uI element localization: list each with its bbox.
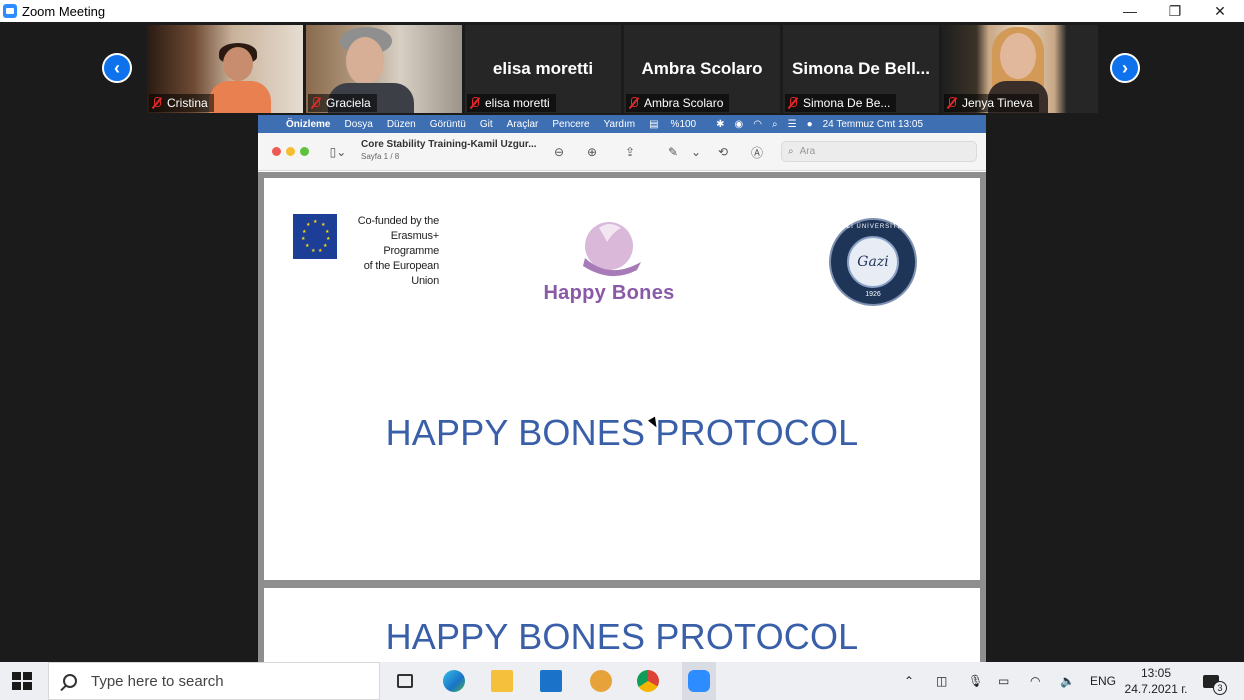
minimize-window-dot[interactable] <box>286 147 295 156</box>
mic-muted-icon <box>947 97 956 109</box>
share-icon[interactable]: ⇪ <box>622 145 638 159</box>
participant-name-label: Simona De Be... <box>785 94 897 112</box>
eu-flag-icon: ★ ★ ★ ★ ★ ★ ★ ★ ★ ★ ★ <box>293 214 337 259</box>
markup-pen-icon[interactable]: ✎ <box>665 145 681 159</box>
happy-bones-logo: Happy Bones <box>529 218 689 313</box>
document-view[interactable]: ★ ★ ★ ★ ★ ★ ★ ★ ★ ★ ★ Co-funded by the E… <box>258 172 986 662</box>
windows-start-icon[interactable] <box>12 672 32 690</box>
windows-taskbar: Type here to search ⌃ ◫ 🎙 ▭ ◠ 🔈 ENG 13:0… <box>0 662 1244 700</box>
participant-display-name: Ambra Scolaro <box>641 59 763 78</box>
show-hidden-icons[interactable]: ⌃ <box>904 662 914 700</box>
gallery-next-button[interactable]: › <box>1110 53 1140 83</box>
edge-icon[interactable] <box>439 667 469 695</box>
document-heading: HAPPY BONES PROTOCOL <box>385 412 859 453</box>
search-icon <box>63 674 77 688</box>
taskbar-search-input[interactable]: Type here to search <box>48 662 380 700</box>
document-page-2: HAPPY BONES PROTOCOL <box>264 588 980 662</box>
shared-screen: Önizleme Dosya Düzen Görüntü Git Araçlar… <box>258 115 986 662</box>
mic-muted-icon <box>470 97 479 109</box>
file-explorer-icon[interactable] <box>487 667 517 695</box>
menu-item-duzen[interactable]: Düzen <box>387 119 416 130</box>
menu-item-pencere[interactable]: Pencere <box>552 119 589 130</box>
participant-name-label: elisa moretti <box>467 94 556 112</box>
microphone-icon[interactable]: 🎙 <box>968 662 983 700</box>
battery-icon[interactable]: ▭ <box>998 662 1009 700</box>
spotlight-icon[interactable]: ⌕ <box>772 119 778 130</box>
window-titlebar: Zoom Meeting — ❐ ✕ <box>0 0 1244 22</box>
mic-muted-icon <box>152 97 161 109</box>
bluetooth-icon[interactable]: ✱ <box>716 119 724 130</box>
participant-tile[interactable]: Ambra Scolaro Ambra Scolaro <box>624 25 780 113</box>
restore-button[interactable]: ❐ <box>1152 0 1198 22</box>
chrome-icon[interactable] <box>633 667 663 695</box>
mac-menu-bar: Önizleme Dosya Düzen Görüntü Git Araçlar… <box>258 115 986 133</box>
participant-display-name: elisa moretti <box>492 59 594 78</box>
annotate-icon[interactable]: Ⓐ <box>749 145 765 160</box>
menu-item-dosya[interactable]: Dosya <box>344 119 372 130</box>
page-info: Sayfa 1 / 8 <box>361 152 400 161</box>
notification-center-icon[interactable]: 3 <box>1203 662 1227 700</box>
volume-icon[interactable]: 🔈 <box>1060 662 1075 700</box>
participant-tile[interactable]: elisa moretti elisa moretti <box>465 25 621 113</box>
zoom-taskbar-icon[interactable] <box>682 662 716 700</box>
participant-name-label: Cristina <box>149 94 214 112</box>
zoom-window-dot[interactable] <box>300 147 309 156</box>
participant-display-name: Simona De Bell... <box>792 59 930 78</box>
meeting-stage: ‹ › Cristina Graciela elisa moretti elis… <box>0 22 1244 662</box>
participant-tile[interactable]: Cristina <box>147 25 303 113</box>
siri-icon[interactable]: ● <box>807 119 813 130</box>
menu-item-araclar[interactable]: Araçlar <box>507 119 539 130</box>
preview-search-input[interactable]: ⌕ Ara <box>781 141 977 162</box>
meet-now-icon[interactable]: ◫ <box>936 662 947 700</box>
participant-tile[interactable]: Simona De Bell... Simona De Be... <box>783 25 939 113</box>
menu-item-goruntu[interactable]: Görüntü <box>430 119 466 130</box>
zoom-out-icon[interactable]: ⊖ <box>551 145 567 159</box>
participant-gallery: Cristina Graciela elisa moretti elisa mo… <box>147 25 1099 113</box>
document-name: Core Stability Training-Kamil Uzgur... <box>361 139 537 150</box>
mail-icon[interactable] <box>536 667 566 695</box>
taskbar-clock[interactable]: 13:05 24.7.2021 г. <box>1118 665 1194 697</box>
participant-tile[interactable]: Graciela <box>306 25 462 113</box>
zoom-in-icon[interactable]: ⊕ <box>584 145 600 159</box>
participant-name-label: Ambra Scolaro <box>626 94 730 112</box>
participant-name-label: Jenya Tineva <box>944 94 1039 112</box>
eu-cofunded-text: Co-funded by the Erasmus+ Programme of t… <box>357 215 439 287</box>
mic-muted-icon <box>311 97 320 109</box>
keyboard-icon[interactable]: ▤ <box>649 119 658 130</box>
user-icon[interactable]: ◉ <box>735 119 744 130</box>
battery-percent: %100 <box>670 118 697 130</box>
wifi-icon[interactable]: ◠ <box>753 119 762 130</box>
happy-bones-logo-mark <box>583 222 641 277</box>
mic-muted-icon <box>788 97 797 109</box>
control-center-icon[interactable]: ☰ <box>788 119 797 130</box>
minimize-button[interactable]: — <box>1107 0 1153 22</box>
task-view-icon[interactable] <box>390 667 420 695</box>
gazi-university-seal: GAZİ ÜNİVERSİTESİ Gazi 1926 <box>829 218 917 306</box>
participant-name-label: Graciela <box>308 94 377 112</box>
document-page-1: ★ ★ ★ ★ ★ ★ ★ ★ ★ ★ ★ Co-funded by the E… <box>264 178 980 580</box>
menu-item-yardim[interactable]: Yardım <box>604 119 636 130</box>
happy-bones-logo-text: Happy Bones <box>543 282 675 304</box>
rotate-icon[interactable]: ⟲ <box>715 145 731 159</box>
close-button[interactable]: ✕ <box>1197 0 1243 22</box>
network-icon[interactable]: ◠ <box>1030 662 1040 700</box>
language-indicator[interactable]: ENG <box>1090 662 1116 700</box>
participant-video <box>209 43 271 113</box>
menu-datetime: 24 Temmuz Cmt 13:05 <box>822 118 924 130</box>
search-icon: ⌕ <box>788 146 794 157</box>
markup-dropdown-icon[interactable]: ⌄ <box>690 145 702 159</box>
mic-muted-icon <box>629 97 638 109</box>
menu-app-name[interactable]: Önizleme <box>286 119 330 130</box>
document-heading-page-2: HAPPY BONES PROTOCOL <box>385 616 859 657</box>
outlook-icon[interactable] <box>586 667 616 695</box>
window-title: Zoom Meeting <box>22 3 106 19</box>
sidebar-toggle-icon[interactable]: ▯⌄ <box>326 145 350 159</box>
close-window-dot[interactable] <box>272 147 281 156</box>
notification-count-badge: 3 <box>1213 681 1227 695</box>
gallery-prev-button[interactable]: ‹ <box>102 53 132 83</box>
participant-tile[interactable]: Jenya Tineva <box>942 25 1098 113</box>
menu-item-git[interactable]: Git <box>480 119 493 130</box>
preview-toolbar: ▯⌄ Core Stability Training-Kamil Uzgur..… <box>258 133 986 171</box>
zoom-app-icon <box>3 4 17 18</box>
